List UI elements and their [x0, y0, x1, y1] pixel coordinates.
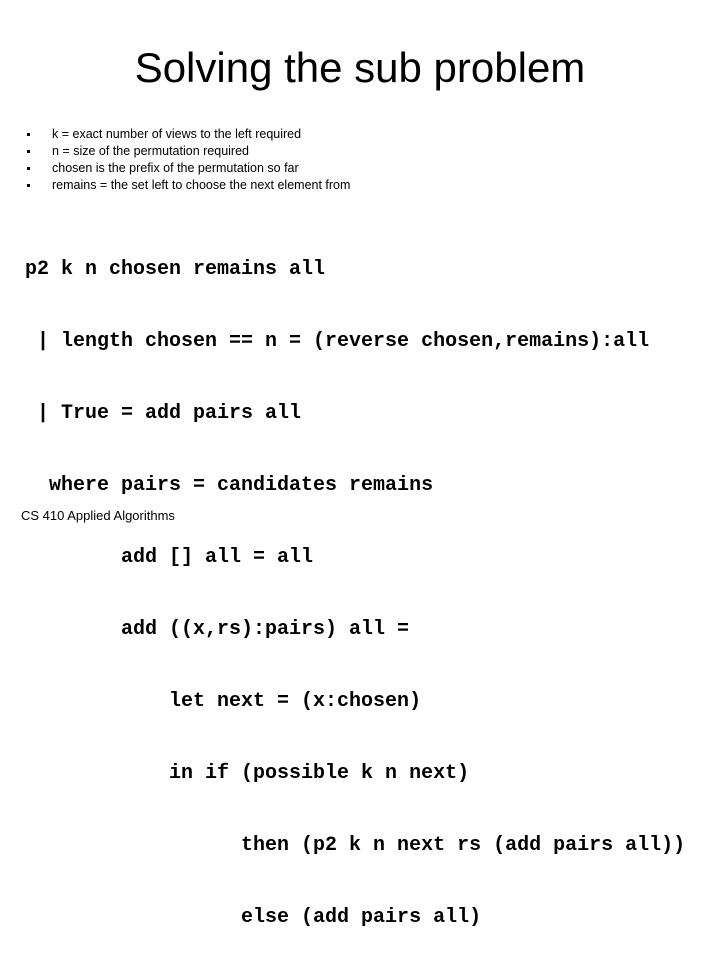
code-line: add ((x,rs):pairs) all =: [25, 618, 410, 641]
code-line: | True = add pairs all: [25, 402, 302, 425]
code-line: let next = (x:chosen): [25, 690, 422, 713]
bullet-icon: [27, 133, 30, 136]
code-line: else (add pairs all): [25, 906, 482, 929]
bullet-item: n = size of the permutation required: [24, 143, 350, 160]
bullet-text: remains = the set left to choose the nex…: [52, 178, 351, 192]
slide-title: Solving the sub problem: [134, 44, 586, 91]
bullet-item: chosen is the prefix of the permutation …: [24, 160, 350, 177]
code-line: then (p2 k n next rs (add pairs all)): [25, 834, 686, 857]
code-line: p2 k n chosen remains all: [25, 258, 326, 281]
code-line: add [] all = all: [25, 546, 314, 569]
code-line: in if (possible k n next): [25, 762, 470, 785]
slide-footer: CS 410 Applied Algorithms: [21, 508, 175, 523]
bullet-text: chosen is the prefix of the permutation …: [52, 161, 299, 175]
code-block: p2 k n chosen remains all | length chose…: [25, 210, 685, 978]
code-line: | length chosen == n = (reverse chosen,r…: [25, 330, 650, 353]
bullet-item: k = exact number of views to the left re…: [24, 126, 350, 143]
bullet-text: k = exact number of views to the left re…: [52, 127, 302, 141]
bullet-icon: [27, 167, 30, 170]
bullet-item: remains = the set left to choose the nex…: [24, 177, 350, 194]
code-line: where pairs = candidates remains: [25, 474, 434, 497]
bullet-text: n = size of the permutation required: [52, 144, 249, 158]
bullet-icon: [27, 184, 30, 187]
bullet-list: k = exact number of views to the left re…: [24, 126, 350, 194]
bullet-icon: [27, 150, 30, 153]
